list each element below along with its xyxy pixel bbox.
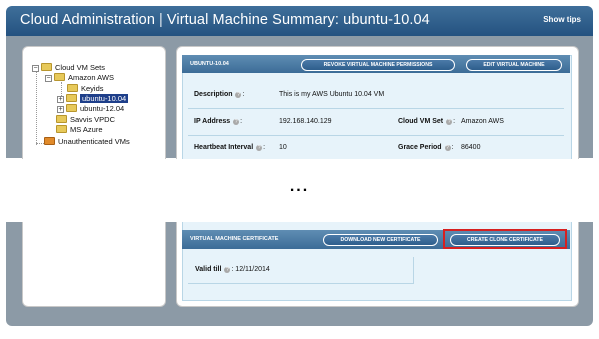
vm-card-heading: UBUNTU-10.04 bbox=[190, 61, 229, 67]
ellipsis-separator: ... bbox=[289, 178, 310, 195]
valid-till-row: Valid till ?: 12/11/2014 bbox=[195, 266, 270, 273]
collapse-icon[interactable]: − bbox=[32, 65, 39, 72]
row-divider bbox=[188, 108, 564, 109]
certificate-heading: VIRTUAL MACHINE CERTIFICATE bbox=[190, 236, 279, 242]
valid-till-value: 12/11/2014 bbox=[235, 266, 270, 273]
create-clone-certificate-button[interactable]: CREATE CLONE CERTIFICATE bbox=[450, 234, 560, 246]
heartbeat-value: 10 bbox=[279, 144, 287, 151]
grace-period-row: Grace Period ?: bbox=[398, 144, 454, 151]
folder-icon bbox=[56, 115, 67, 123]
help-icon[interactable]: ? bbox=[446, 119, 453, 125]
tree-item-amazon-aws[interactable]: − Amazon AWS bbox=[45, 73, 114, 83]
tree-connector bbox=[36, 143, 44, 144]
vm-summary-title: Virtual Machine Summary: ubuntu-10.04 bbox=[166, 12, 430, 28]
folder-icon bbox=[56, 125, 67, 133]
folder-icon bbox=[66, 104, 77, 112]
tree-item-ms-azure[interactable]: MS Azure bbox=[56, 125, 103, 135]
ip-value: 192.168.140.129 bbox=[279, 118, 332, 125]
folder-icon bbox=[41, 63, 52, 71]
page-title: Cloud Administration | Virtual Machine Sum… bbox=[20, 12, 430, 28]
edit-vm-button[interactable]: EDIT VIRTUAL MACHINE bbox=[466, 59, 562, 71]
selected-vm-label: ubuntu-10.04 bbox=[80, 94, 129, 103]
tree-item-unauthenticated-vms[interactable]: Unauthenticated VMs bbox=[44, 137, 130, 147]
tree-item-keyids[interactable]: Keyids bbox=[67, 84, 104, 94]
tree-item-cloud-vm-sets[interactable]: − Cloud VM Sets bbox=[32, 63, 105, 73]
warning-folder-icon bbox=[44, 137, 55, 145]
ip-row: IP Address ?: bbox=[194, 118, 243, 125]
app-header: Cloud Administration | Virtual Machine Sum… bbox=[6, 6, 593, 36]
help-icon[interactable]: ? bbox=[235, 92, 242, 98]
tree-item-ubuntu-10-04[interactable]: + ubuntu-10.04 bbox=[57, 94, 129, 104]
collapse-icon[interactable]: − bbox=[45, 75, 52, 82]
tree-connector bbox=[36, 72, 37, 145]
folder-icon bbox=[67, 84, 78, 92]
download-certificate-button[interactable]: DOWNLOAD NEW CERTIFICATE bbox=[323, 234, 438, 246]
vm-set-value: Amazon AWS bbox=[461, 118, 504, 125]
tree-item-savvis-vpdc[interactable]: Savvis VPDC bbox=[56, 115, 115, 125]
description-value: This is my AWS Ubuntu 10.04 VM bbox=[279, 91, 385, 98]
title-separator: | bbox=[159, 12, 163, 28]
folder-icon bbox=[54, 73, 65, 81]
tree-item-ubuntu-12-04[interactable]: + ubuntu-12.04 bbox=[57, 104, 124, 114]
app-title: Cloud Administration bbox=[20, 12, 155, 28]
expand-icon[interactable]: + bbox=[57, 106, 64, 113]
revoke-permissions-button[interactable]: REVOKE VIRTUAL MACHINE PERMISSIONS bbox=[301, 59, 455, 71]
grace-period-value: 86400 bbox=[461, 144, 481, 151]
description-row: Description ?: bbox=[194, 91, 245, 98]
help-icon[interactable]: ? bbox=[233, 119, 240, 125]
vm-set-row: Cloud VM Set ?: bbox=[398, 118, 456, 125]
show-tips-link[interactable]: Show tips bbox=[543, 15, 581, 24]
help-icon[interactable]: ? bbox=[256, 145, 263, 151]
help-icon[interactable]: ? bbox=[224, 267, 231, 273]
heartbeat-row: Heartbeat Interval ?: bbox=[194, 144, 266, 151]
row-divider bbox=[188, 135, 564, 136]
expand-icon[interactable]: + bbox=[57, 96, 64, 103]
folder-icon bbox=[66, 94, 77, 102]
tree-panel-bottom bbox=[22, 222, 166, 307]
help-icon[interactable]: ? bbox=[444, 145, 451, 151]
